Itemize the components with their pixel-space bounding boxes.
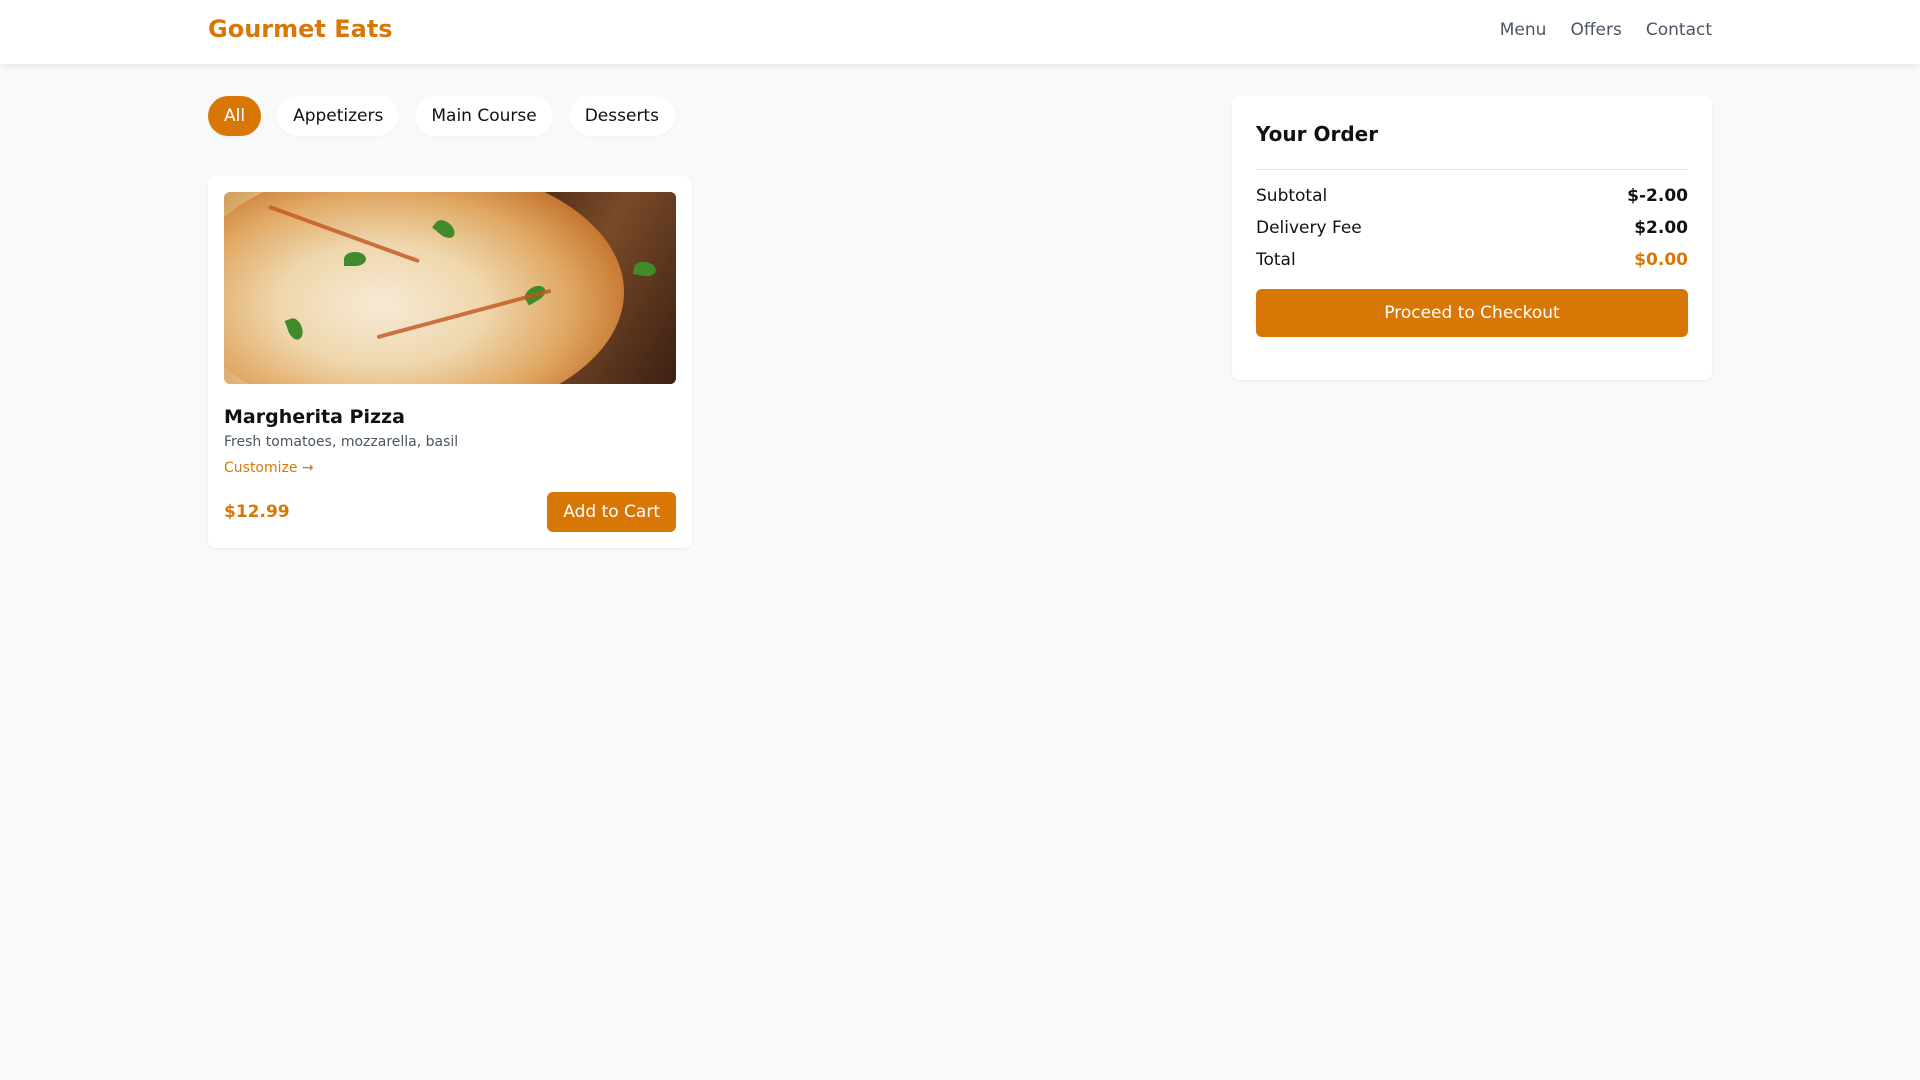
subtotal-label: Subtotal: [1256, 186, 1328, 206]
divider: [1256, 169, 1688, 170]
add-to-cart-button[interactable]: Add to Cart: [547, 492, 676, 532]
subtotal-row: Subtotal $-2.00: [1256, 186, 1688, 206]
total-label: Total: [1256, 250, 1296, 270]
nav-link-contact[interactable]: Contact: [1646, 20, 1712, 40]
main-nav: Menu Offers Contact: [1500, 20, 1712, 40]
brand-logo[interactable]: Gourmet Eats: [208, 15, 393, 43]
category-filters: All Appetizers Main Course Desserts: [208, 96, 675, 136]
order-summary: Your Order Subtotal $-2.00 Delivery Fee …: [1232, 96, 1712, 380]
filter-desserts[interactable]: Desserts: [568, 96, 675, 136]
delivery-fee-label: Delivery Fee: [1256, 218, 1362, 238]
filter-appetizers[interactable]: Appetizers: [277, 96, 400, 136]
total-row: Total $0.00: [1256, 250, 1688, 270]
cilantro-leaf: [344, 252, 366, 266]
filter-all[interactable]: All: [208, 96, 262, 136]
nav-link-menu[interactable]: Menu: [1500, 20, 1547, 40]
pizza-photo: [224, 192, 676, 384]
item-description: Fresh tomatoes, mozzarella, basil: [224, 434, 459, 450]
item-name: Margherita Pizza: [224, 406, 405, 428]
total-value: $0.00: [1634, 250, 1688, 270]
delivery-fee-value: $2.00: [1634, 218, 1688, 238]
pizza-shape: [224, 192, 624, 384]
card-footer: $12.99 Add to Cart: [224, 492, 676, 532]
delivery-fee-row: Delivery Fee $2.00: [1256, 218, 1688, 238]
nav-link-offers[interactable]: Offers: [1570, 20, 1621, 40]
top-navbar: Gourmet Eats Menu Offers Contact: [0, 0, 1920, 64]
item-price: $12.99: [224, 502, 290, 522]
order-rows: Subtotal $-2.00 Delivery Fee $2.00 Total…: [1256, 186, 1688, 270]
menu-item-card: Margherita Pizza Fresh tomatoes, mozzare…: [208, 176, 692, 548]
subtotal-value: $-2.00: [1627, 186, 1688, 206]
filter-main-course[interactable]: Main Course: [415, 96, 553, 136]
order-title: Your Order: [1256, 122, 1379, 146]
customize-link[interactable]: Customize →: [224, 460, 314, 476]
checkout-button[interactable]: Proceed to Checkout: [1256, 289, 1688, 337]
